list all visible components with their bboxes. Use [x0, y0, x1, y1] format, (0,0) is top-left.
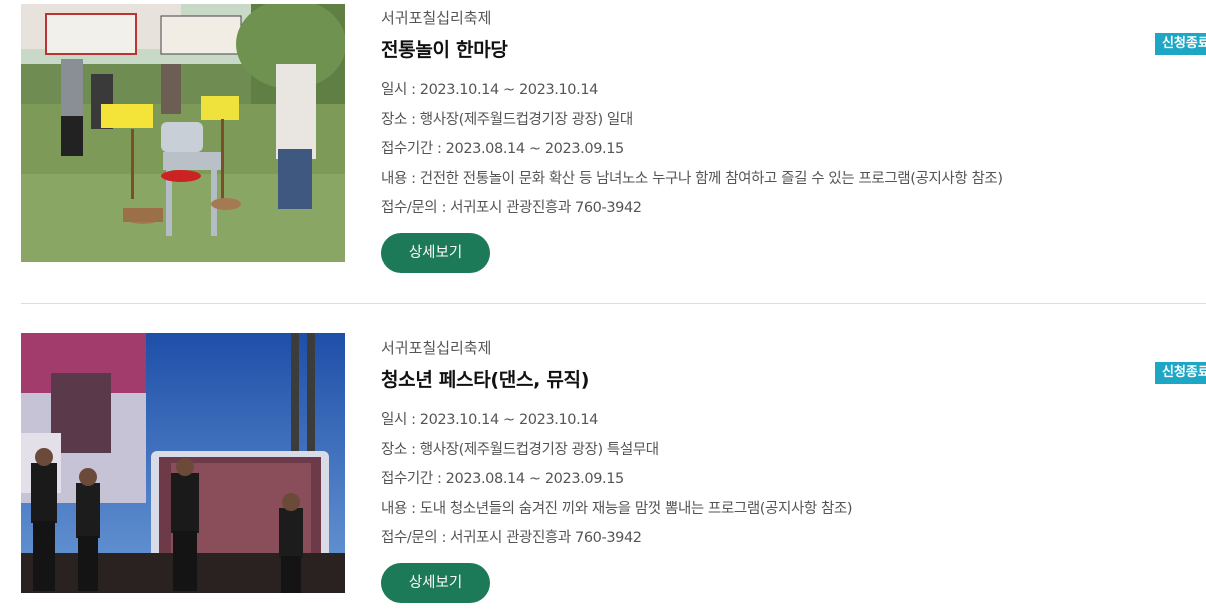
event-category: 서귀포칠십리축제	[381, 9, 492, 27]
event-title[interactable]: 청소년 페스타(댄스, 뮤직)	[381, 367, 852, 393]
event-thumbnail[interactable]	[21, 333, 345, 593]
event-item: 서귀포칠십리축제 전통놀이 한마당 일시 : 2023.10.14 ~ 2023…	[0, 0, 1206, 303]
view-details-button[interactable]: 상세보기	[381, 562, 490, 603]
event-place: 장소 : 행사장(제주월드컵경기장 광장) 일대	[381, 111, 633, 128]
status-badge: 신청종료	[1155, 33, 1206, 55]
event-registration-period: 접수기간 : 2023.08.14 ~ 2023.09.15	[381, 471, 624, 487]
event-thumbnail[interactable]	[21, 4, 345, 262]
view-details-button[interactable]: 상세보기	[381, 232, 490, 273]
event-date: 일시 : 2023.10.14 ~ 2023.10.14	[381, 412, 598, 428]
event-content: 내용 : 건전한 전통놀이 문화 확산 등 남녀노소 누구나 함께 참여하고 즐…	[381, 170, 1003, 187]
event-content: 내용 : 도내 청소년들의 숨겨진 끼와 재능을 맘껏 뽐내는 프로그램(공지사…	[381, 500, 853, 517]
event-details: 일시 : 2023.10.14 ~ 2023.10.14 장소 : 행사장(제주…	[381, 79, 1003, 227]
event-date: 일시 : 2023.10.14 ~ 2023.10.14	[381, 82, 598, 98]
event-contact: 접수/문의 : 서귀포시 관광진흥과 760-3942	[381, 200, 642, 216]
event-details: 일시 : 2023.10.14 ~ 2023.10.14 장소 : 행사장(제주…	[381, 409, 853, 557]
event-info: 서귀포칠십리축제 전통놀이 한마당 일시 : 2023.10.14 ~ 2023…	[381, 8, 1003, 273]
event-item: 서귀포칠십리축제 청소년 페스타(댄스, 뮤직) 일시 : 2023.10.14…	[0, 303, 1206, 613]
event-registration-period: 접수기간 : 2023.08.14 ~ 2023.09.15	[381, 141, 624, 157]
event-contact: 접수/문의 : 서귀포시 관광진흥과 760-3942	[381, 530, 642, 546]
event-title[interactable]: 전통놀이 한마당	[381, 37, 1003, 63]
event-category: 서귀포칠십리축제	[381, 339, 492, 357]
event-info: 서귀포칠십리축제 청소년 페스타(댄스, 뮤직) 일시 : 2023.10.14…	[381, 338, 853, 603]
event-place: 장소 : 행사장(제주월드컵경기장 광장) 특설무대	[381, 441, 659, 458]
status-badge: 신청종료	[1155, 362, 1206, 384]
